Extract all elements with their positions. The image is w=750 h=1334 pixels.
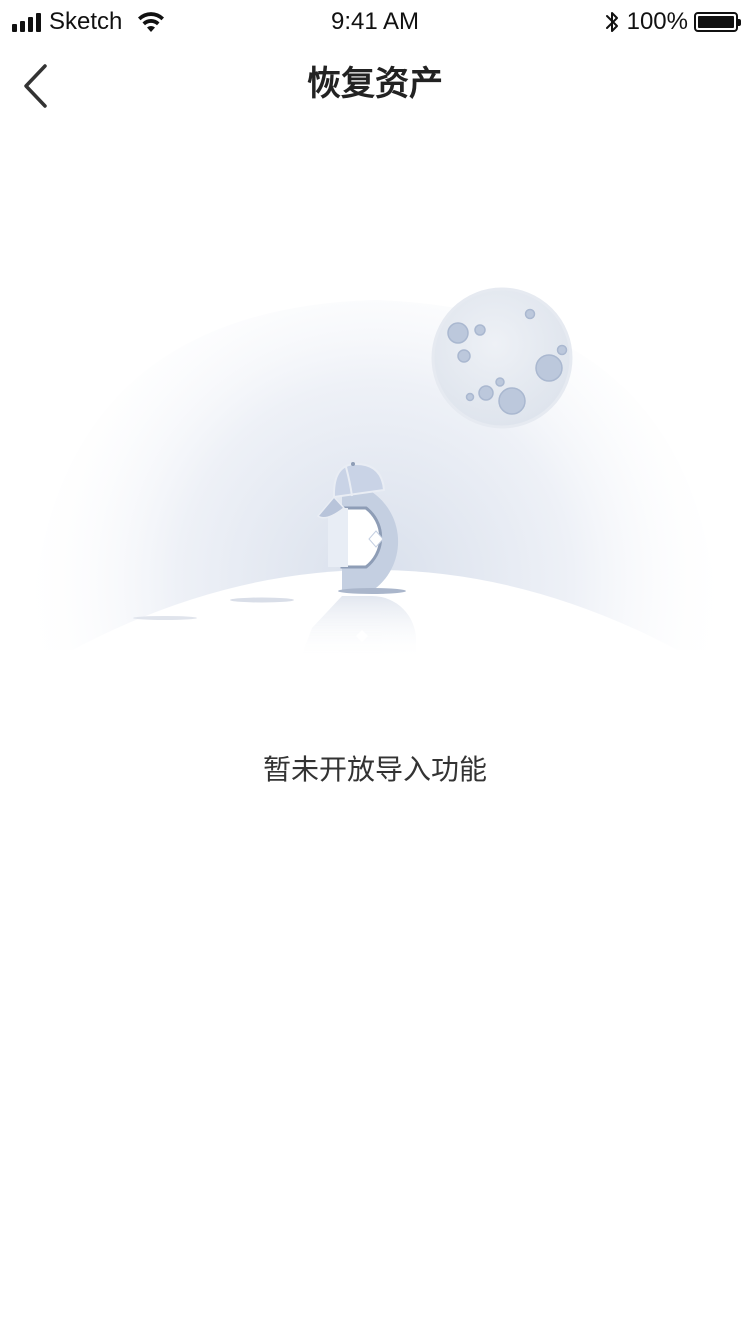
moon xyxy=(431,287,573,429)
nav-bar: 恢复资产 xyxy=(0,44,750,132)
battery-percent: 100% xyxy=(626,8,688,35)
moon-and-mascot-illustration xyxy=(20,287,730,680)
status-bar: Sketch 9:41 AM 100% xyxy=(0,0,750,44)
ground-streak xyxy=(133,616,197,620)
ground-streak xyxy=(230,597,294,603)
empty-state-message: 暂未开放导入功能 xyxy=(262,753,487,786)
battery-icon xyxy=(694,12,741,32)
bluetooth-icon xyxy=(605,12,618,32)
page-title: 恢复资产 xyxy=(307,64,443,104)
battery-fill xyxy=(698,16,734,28)
status-bar-right: 100% xyxy=(603,8,741,36)
